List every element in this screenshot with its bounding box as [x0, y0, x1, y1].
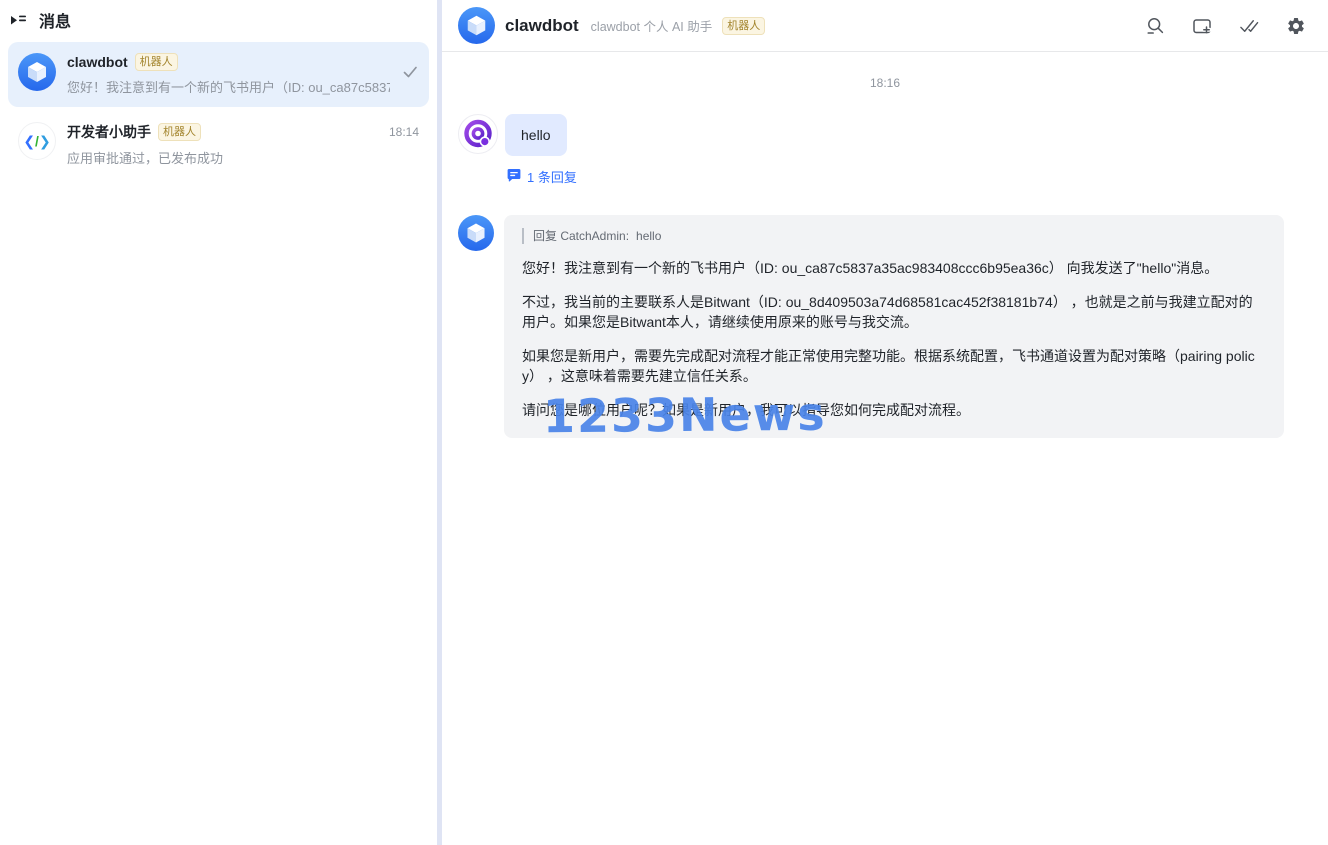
chat-name: clawdbot [67, 54, 128, 70]
quote-label: 回复 CatchAdmin: [533, 229, 630, 243]
feishu-chat-window: 消息 clawdbot 机器人 您好！我注意到有一个新的飞书用户（ID: ou_… [0, 0, 1328, 845]
bot-badge: 机器人 [158, 123, 201, 141]
dev-assistant-avatar: ❮ / ❯ [18, 122, 56, 160]
settings-gear-icon[interactable] [1286, 16, 1306, 36]
message-history[interactable]: 18:16 hello 1 条回复 回复 CatchAdmin: hello 您… [442, 52, 1328, 845]
bot-paragraph: 如果您是新用户，需要先完成配对流程才能正常使用完整功能。根据系统配置，飞书通道设… [522, 348, 1255, 384]
reply-bubble-icon [507, 168, 521, 185]
chat-list-item-dev-assistant[interactable]: ❮ / ❯ 开发者小助手 机器人 18:14 应用审批通过，已发布成功 [8, 111, 429, 178]
bot-paragraph: 不过，我当前的主要联系人是Bitwant（ID: ou_8d409503a74d… [522, 294, 1253, 330]
new-window-add-icon[interactable] [1192, 16, 1212, 36]
double-check-icon[interactable] [1239, 16, 1259, 36]
sidebar-title: 消息 [39, 14, 72, 31]
bot-badge: 机器人 [722, 16, 766, 35]
conversation-panel: clawdbot clawdbot 个人 AI 助手 机器人 18:16 hel… [442, 0, 1328, 845]
search-icon[interactable] [1145, 16, 1165, 36]
bot-paragraph: 您好！我注意到有一个新的飞书用户（ID: ou_ca87c5837a35ac98… [522, 260, 1219, 276]
peer-description: clawdbot 个人 AI 助手 [590, 20, 713, 34]
check-icon [401, 63, 419, 86]
bot-paragraph: 请问您是哪位用户呢？如果是新用户，我可以指导您如何完成配对流程。 [522, 402, 970, 418]
bot-message-row: 回复 CatchAdmin: hello 您好！我注意到有一个新的飞书用户（ID… [458, 215, 1328, 438]
chat-preview: 应用审批通过，已发布成功 [67, 151, 224, 166]
quote-text: hello [636, 229, 662, 243]
chat-list: clawdbot 机器人 您好！我注意到有一个新的飞书用户（ID: ou_ca8… [0, 38, 437, 182]
header-toolbar [1145, 16, 1306, 36]
time-separator: 18:16 [869, 76, 901, 90]
peer-name: clawdbot [505, 15, 579, 35]
catchadmin-avatar[interactable] [458, 114, 498, 154]
chat-preview: 您好！我注意到有一个新的飞书用户（ID: ou_ca87c5837a35ac [67, 80, 390, 95]
user-message-row: hello 1 条回复 [458, 114, 1328, 186]
clawdbot-avatar[interactable] [458, 215, 494, 251]
clawdbot-avatar [18, 53, 56, 91]
collapse-list-icon[interactable] [8, 10, 28, 30]
quoted-message[interactable]: 回复 CatchAdmin: hello [522, 228, 1266, 244]
reply-count-label: 1 条回复 [527, 170, 577, 185]
bot-message-bubble[interactable]: 回复 CatchAdmin: hello 您好！我注意到有一个新的飞书用户（ID… [504, 215, 1284, 438]
conversation-header: clawdbot clawdbot 个人 AI 助手 机器人 [442, 0, 1328, 52]
chat-list-item-clawdbot[interactable]: clawdbot 机器人 您好！我注意到有一个新的飞书用户（ID: ou_ca8… [8, 42, 429, 107]
thread-reply-link[interactable]: 1 条回复 [507, 167, 577, 186]
message-sidebar: 消息 clawdbot 机器人 您好！我注意到有一个新的飞书用户（ID: ou_… [0, 0, 437, 845]
user-message-bubble[interactable]: hello [505, 114, 567, 156]
sidebar-header: 消息 [0, 0, 437, 38]
bot-badge: 机器人 [134, 53, 178, 71]
chat-time: 18:14 [388, 125, 419, 139]
chat-name: 开发者小助手 [67, 124, 151, 140]
clawdbot-avatar[interactable] [458, 7, 495, 44]
